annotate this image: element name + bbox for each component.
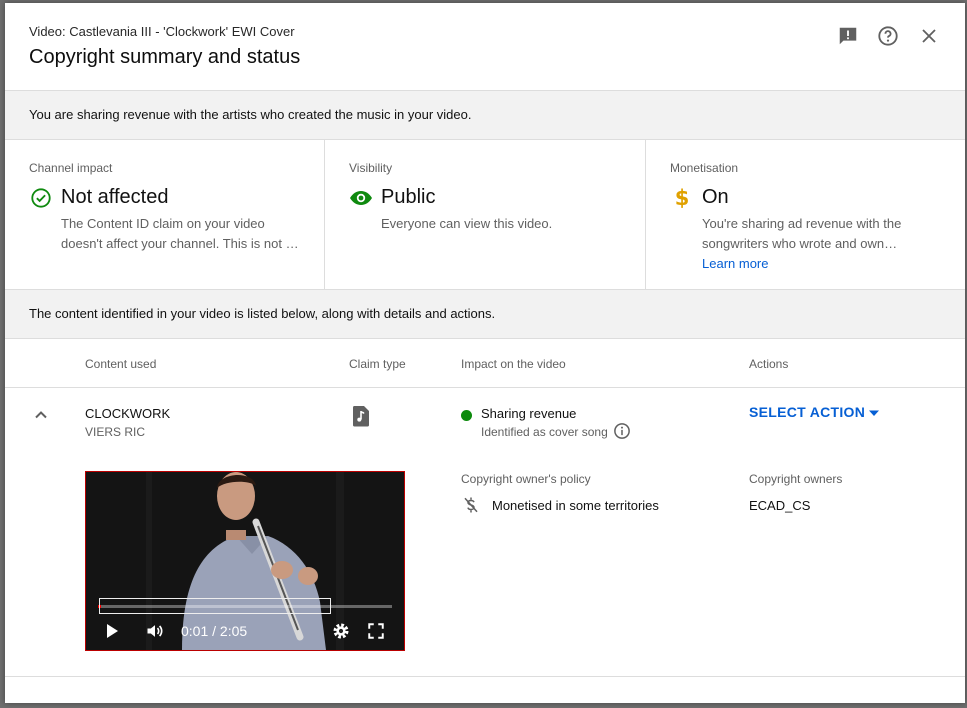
impact-status: Sharing revenue — [481, 406, 577, 421]
channel-impact-desc-line2: doesn't affect your channel. This is not… — [61, 236, 299, 251]
channel-impact-value: Not affected — [61, 186, 169, 208]
monetisation-card: Monetisation $ On You're sharing ad reve… — [646, 139, 965, 289]
policy-value: Monetised in some territories — [492, 498, 659, 513]
feedback-icon[interactable] — [835, 23, 861, 49]
owners-label: Copyright owners — [749, 472, 843, 486]
column-actions: Actions — [749, 357, 789, 371]
visibility-description: Everyone can view this video. — [381, 214, 621, 234]
copyright-dialog: Video: Castlevania III - 'Clockwork' EWI… — [5, 3, 965, 703]
claims-table-header: Content used Claim type Impact on the vi… — [5, 339, 965, 388]
channel-impact-label: Channel impact — [29, 161, 113, 175]
column-content-used: Content used — [85, 357, 157, 371]
column-impact: Impact on the video — [461, 357, 566, 371]
visibility-desc-line1: Everyone can view this video. — [381, 216, 553, 231]
money-off-icon — [462, 495, 480, 520]
channel-impact-card: Channel impact Not affected The Content … — [5, 139, 325, 289]
visibility-value: Public — [381, 186, 436, 208]
dollar-icon: $ — [674, 186, 690, 210]
claim-row: CLOCKWORK VIERS RIC Sharing revenue Iden… — [5, 388, 965, 677]
monetisation-value: On — [702, 186, 729, 208]
monetisation-label: Monetisation — [670, 161, 739, 175]
close-icon[interactable] — [916, 23, 942, 49]
video-subtitle: Video: Castlevania III - 'Clockwork' EWI… — [29, 24, 295, 39]
channel-impact-description: The Content ID claim on your video doesn… — [61, 214, 301, 254]
monetisation-desc-line2: songwriters who wrote and own… — [702, 236, 898, 251]
content-artist: VIERS RIC — [85, 425, 146, 439]
content-title: CLOCKWORK — [85, 406, 171, 421]
music-note-icon — [352, 405, 370, 432]
settings-icon[interactable] — [331, 620, 351, 642]
status-dot — [461, 410, 472, 421]
play-icon[interactable] — [104, 620, 120, 642]
monetisation-desc-line1: You're sharing ad revenue with the — [702, 216, 902, 231]
column-claim-type: Claim type — [349, 357, 406, 371]
owners-value: ECAD_CS — [749, 498, 811, 513]
check-circle-icon — [29, 186, 53, 210]
progress-highlight — [99, 598, 331, 614]
dialog-title: Copyright summary and status — [29, 46, 301, 68]
content-identified-banner: The content identified in your video is … — [5, 289, 965, 339]
help-icon[interactable] — [875, 23, 901, 49]
revenue-sharing-banner: You are sharing revenue with the artists… — [5, 90, 965, 140]
dialog-header: Video: Castlevania III - 'Clockwork' EWI… — [5, 3, 965, 91]
visibility-card: Visibility Public Everyone can view this… — [325, 139, 646, 289]
policy-label: Copyright owner's policy — [461, 472, 591, 486]
video-player[interactable]: 0:01 / 2:05 — [85, 471, 405, 651]
monetisation-description: You're sharing ad revenue with the songw… — [702, 214, 942, 274]
time-display: 0:01 / 2:05 — [181, 623, 248, 639]
info-icon[interactable] — [613, 422, 631, 445]
channel-impact-desc-line1: The Content ID claim on your video — [61, 216, 265, 231]
fullscreen-icon[interactable] — [367, 620, 385, 642]
volume-icon[interactable] — [144, 620, 166, 642]
chevron-up-icon[interactable] — [31, 405, 51, 425]
eye-icon — [349, 186, 373, 210]
caret-down-icon[interactable] — [868, 406, 880, 424]
learn-more-link[interactable]: Learn more — [702, 254, 942, 274]
visibility-label: Visibility — [349, 161, 393, 175]
impact-substatus: Identified as cover song — [481, 425, 608, 439]
status-cards: Channel impact Not affected The Content … — [5, 139, 965, 289]
select-action-button[interactable]: SELECT ACTION — [749, 404, 865, 420]
